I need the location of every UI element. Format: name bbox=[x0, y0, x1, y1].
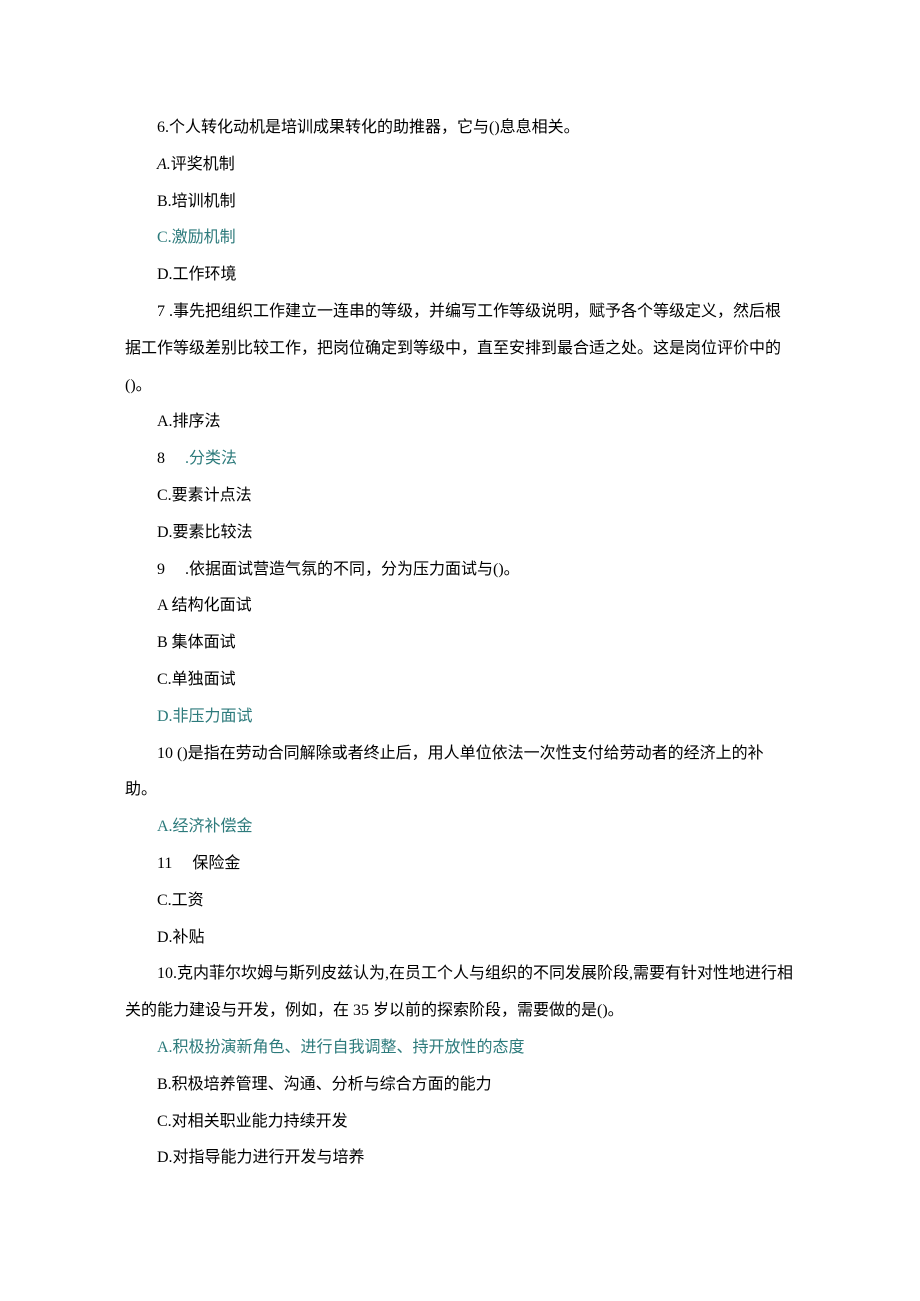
option-label-a: A. bbox=[157, 156, 171, 173]
option-text: .分类法 bbox=[185, 450, 237, 467]
question-8-option-c: C.单独面试 bbox=[125, 662, 795, 699]
question-6-option-c: C.激励机制 bbox=[125, 220, 795, 257]
option-text: 保险金 bbox=[192, 855, 240, 872]
option-text: C.对相关职业能力持续开发 bbox=[157, 1113, 348, 1130]
question-7-option-a: A.排序法 bbox=[125, 404, 795, 441]
option-text: A 结构化面试 bbox=[157, 597, 252, 614]
question-6-text: 6.个人转化动机是培训成果转化的助推器，它与()息息相关。 bbox=[157, 119, 580, 136]
option-text: 评奖机制 bbox=[171, 156, 235, 173]
question-7: 7 .事先把组织工作建立一连串的等级，并编写工作等级说明，赋予各个等级定义，然后… bbox=[125, 294, 795, 404]
option-text: B.积极培养管理、沟通、分析与综合方面的能力 bbox=[157, 1076, 492, 1093]
option-text: C.要素计点法 bbox=[157, 487, 252, 504]
option-text: D.对指导能力进行开发与培养 bbox=[157, 1149, 365, 1166]
option-text: A.积极扮演新角色、进行自我调整、持开放性的态度 bbox=[157, 1039, 525, 1056]
question-8-option-a: A 结构化面试 bbox=[125, 588, 795, 625]
question-10-option-c: C.对相关职业能力持续开发 bbox=[125, 1104, 795, 1141]
question-6: 6.个人转化动机是培训成果转化的助推器，它与()息息相关。 bbox=[125, 110, 795, 147]
question-8-text: .依据面试营造气氛的不同，分为压力面试与()。 bbox=[185, 561, 520, 578]
option-text: A.排序法 bbox=[157, 413, 221, 430]
question-10-option-b: B.积极培养管理、沟通、分析与综合方面的能力 bbox=[125, 1067, 795, 1104]
question-10: 10.克内菲尔坎姆与斯列皮兹认为,在员工个人与组织的不同发展阶段,需要有针对性地… bbox=[125, 956, 795, 1030]
question-6-option-a: A.评奖机制 bbox=[125, 147, 795, 184]
option-text: C.工资 bbox=[157, 892, 204, 909]
option-text: D.补贴 bbox=[157, 929, 205, 946]
question-7-text: 7 .事先把组织工作建立一连串的等级，并编写工作等级说明，赋予各个等级定义，然后… bbox=[125, 303, 781, 394]
question-7-option-b: 8 .分类法 bbox=[125, 441, 795, 478]
question-9: 10 ()是指在劳动合同解除或者终止后，用人单位依法一次性支付给劳动者的经济上的… bbox=[125, 736, 795, 810]
question-10-option-d: D.对指导能力进行开发与培养 bbox=[125, 1140, 795, 1177]
question-7-option-d: D.要素比较法 bbox=[125, 515, 795, 552]
option-text: D.工作环境 bbox=[157, 266, 237, 283]
question-10-text: 10.克内菲尔坎姆与斯列皮兹认为,在员工个人与组织的不同发展阶段,需要有针对性地… bbox=[125, 965, 793, 1019]
option-text: C.单独面试 bbox=[157, 671, 236, 688]
option-text: B 集体面试 bbox=[157, 634, 236, 651]
option-text: C.激励机制 bbox=[157, 229, 236, 246]
option-text: D.要素比较法 bbox=[157, 524, 253, 541]
question-9-text: 10 ()是指在劳动合同解除或者终止后，用人单位依法一次性支付给劳动者的经济上的… bbox=[125, 745, 764, 799]
option-text: B.培训机制 bbox=[157, 193, 236, 210]
option-num: 11 bbox=[157, 855, 172, 872]
option-num: 8 bbox=[157, 450, 165, 467]
question-6-option-b: B.培训机制 bbox=[125, 184, 795, 221]
question-8: 9 .依据面试营造气氛的不同，分为压力面试与()。 bbox=[125, 552, 795, 589]
question-9-option-d: D.补贴 bbox=[125, 920, 795, 957]
question-9-option-b: 11 保险金 bbox=[125, 846, 795, 883]
question-8-num: 9 bbox=[157, 561, 165, 578]
question-9-option-c: C.工资 bbox=[125, 883, 795, 920]
question-8-option-b: B 集体面试 bbox=[125, 625, 795, 662]
option-text: A.经济补偿金 bbox=[157, 818, 253, 835]
question-8-option-d: D.非压力面试 bbox=[125, 699, 795, 736]
question-7-option-c: C.要素计点法 bbox=[125, 478, 795, 515]
question-9-option-a: A.经济补偿金 bbox=[125, 809, 795, 846]
question-10-option-a: A.积极扮演新角色、进行自我调整、持开放性的态度 bbox=[125, 1030, 795, 1067]
question-6-option-d: D.工作环境 bbox=[125, 257, 795, 294]
option-text: D.非压力面试 bbox=[157, 708, 253, 725]
